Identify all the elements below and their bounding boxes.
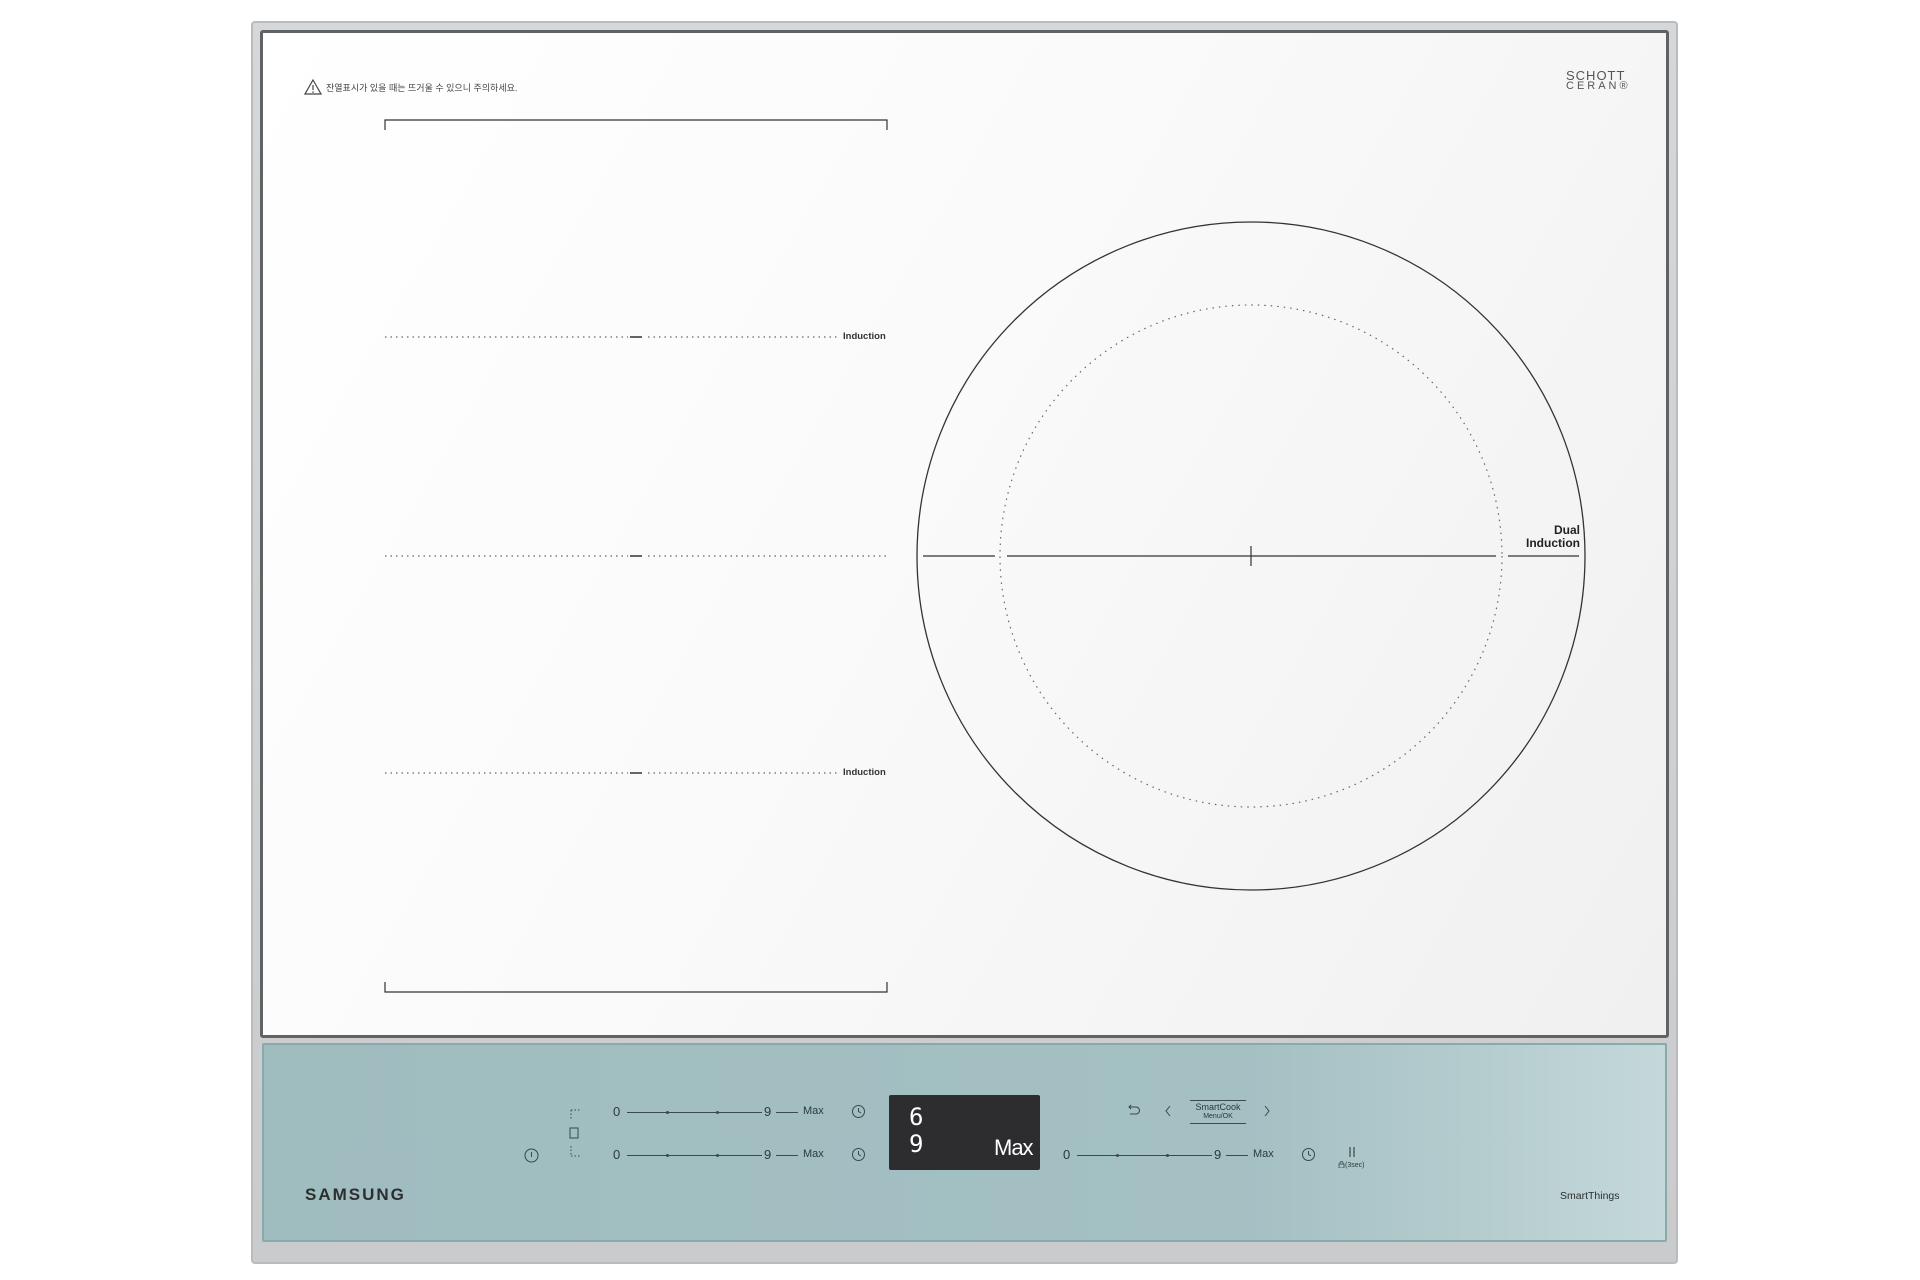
smartthings-label: SmartThings [1560, 1190, 1620, 1202]
slider3-min: 0 [1063, 1147, 1071, 1162]
slider1-min: 0 [613, 1104, 621, 1119]
slider3-tick [1166, 1154, 1169, 1157]
slider3-tick [1116, 1154, 1119, 1157]
display-bottom-digit: 9 [909, 1130, 924, 1158]
dual-label-line2: Induction [1526, 536, 1580, 550]
lock-hint: (3sec) [1338, 1161, 1364, 1169]
smartcook-menu-ok-button[interactable]: SmartCook Menu/OK [1190, 1100, 1246, 1124]
slider2-max[interactable]: Max [803, 1148, 824, 1160]
power-icon [524, 1148, 539, 1163]
slider1-track-max[interactable] [776, 1112, 798, 1113]
smartcook-sub-label: Menu/OK [1203, 1113, 1233, 1120]
flex-bridge-icon [569, 1109, 581, 1157]
clock-icon [852, 1105, 865, 1118]
slider2-track-max[interactable] [776, 1155, 798, 1156]
clock-icon [1302, 1148, 1315, 1161]
samsung-logo: SAMSUNG [305, 1185, 406, 1204]
flex-zone-bridge-button[interactable] [568, 1108, 582, 1160]
slider3-max[interactable]: Max [1253, 1148, 1274, 1160]
slider2-min: 0 [613, 1147, 621, 1162]
power-button[interactable] [524, 1148, 539, 1165]
menu-left-button[interactable] [1163, 1104, 1173, 1120]
back-button[interactable] [1125, 1104, 1141, 1120]
clock-icon [852, 1148, 865, 1161]
slider2-tick [666, 1154, 669, 1157]
slider2-track[interactable] [627, 1155, 762, 1156]
timer-button-3[interactable] [1301, 1147, 1316, 1164]
slider1-tick [716, 1111, 719, 1114]
slider2-mid: 9 [764, 1147, 772, 1162]
chevron-left-icon [1165, 1105, 1171, 1117]
back-arrow-icon [1128, 1104, 1140, 1115]
menu-right-button[interactable] [1262, 1104, 1272, 1120]
timer-button-1[interactable] [851, 1104, 866, 1121]
slider3-track-max[interactable] [1226, 1155, 1248, 1156]
flex-zone-bottom-bracket [384, 982, 888, 993]
bottom-zone-label: Induction [843, 767, 886, 778]
slider1-tick [666, 1111, 669, 1114]
timer-button-2[interactable] [851, 1147, 866, 1164]
slider1-max[interactable]: Max [803, 1105, 824, 1117]
top-zone-label: Induction [843, 331, 886, 342]
slider3-mid: 9 [1214, 1147, 1222, 1162]
display-level: Max [994, 1135, 1034, 1160]
lock-label: (3sec) [1345, 1162, 1365, 1169]
slider1-mid: 9 [764, 1104, 772, 1119]
display-top-digit: 6 [909, 1103, 924, 1131]
chevron-right-icon [1264, 1105, 1270, 1117]
flex-zone-top-bracket [384, 119, 888, 130]
power-level-display: 6 9 Max [889, 1095, 1040, 1170]
smartcook-label: SmartCook [1195, 1102, 1241, 1112]
slider3-track[interactable] [1077, 1155, 1212, 1156]
dual-zone-label: Dual Induction [1500, 524, 1580, 550]
pause-lock-button[interactable] [1347, 1146, 1357, 1160]
slider2-tick [716, 1154, 719, 1157]
pause-icon [1349, 1147, 1355, 1157]
slider1-track[interactable] [627, 1112, 762, 1113]
lock-icon [1338, 1161, 1345, 1169]
